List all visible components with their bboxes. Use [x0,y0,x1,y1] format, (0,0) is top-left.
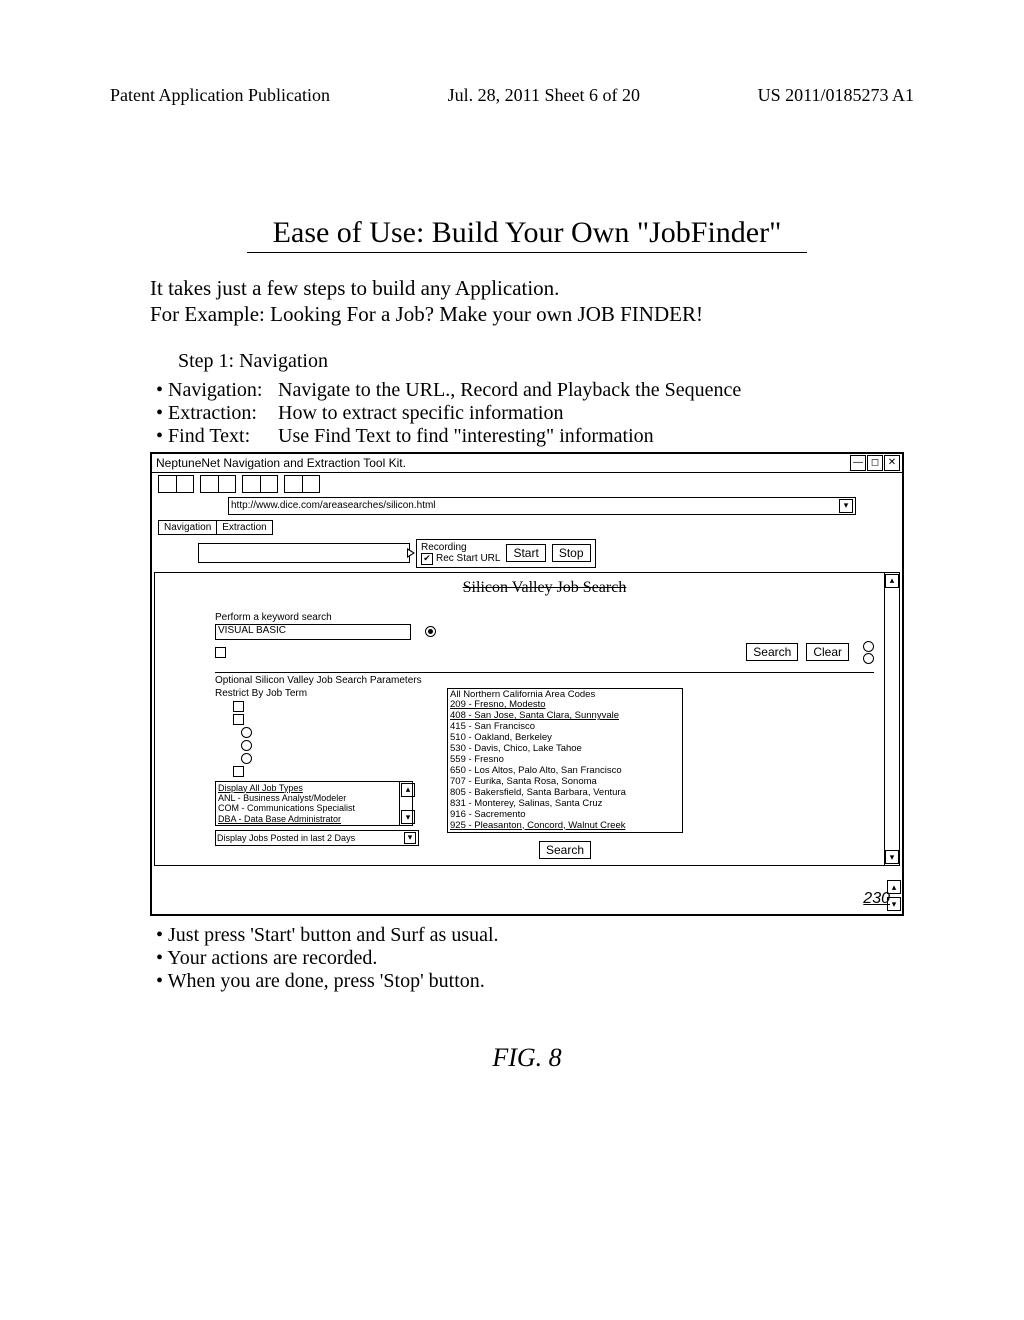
window-buttons: — ◻ ✕ [850,455,900,471]
rec-start-url-checkbox[interactable]: ✔ [421,553,433,565]
jobterm-check-3[interactable] [233,766,244,777]
header-center: Jul. 28, 2011 Sheet 6 of 20 [448,85,640,106]
list-item[interactable]: 916 - Sacremento [450,810,680,821]
post-instructions: Just press 'Start' button and Surf as us… [156,924,904,993]
post-bullet-3: When you are done, press 'Stop' button. [156,970,904,993]
jobtype-title: Display All Job Types [218,783,398,793]
toolbar-button[interactable] [284,475,320,493]
jobterm-radio-3[interactable] [241,753,252,764]
slide-desc: It takes just a few steps to build any A… [150,275,904,328]
scroll-up-icon[interactable]: ▴ [401,783,415,797]
page-title: Silicon Valley Job Search [215,579,874,597]
recording-progress [198,543,410,563]
toolbar [152,473,902,495]
start-button[interactable]: Start [506,544,545,562]
toolbar-button[interactable] [242,475,278,493]
toolbar-button[interactable] [158,475,194,493]
areacode-listbox[interactable]: All Northern California Area Codes 209 -… [447,688,683,834]
rec-start-url-label: Rec Start URL [436,553,500,564]
desc-line-1: It takes just a few steps to build any A… [150,275,904,301]
keyword-label: Perform a keyword search [215,612,874,623]
jobterm-check-2[interactable] [233,714,244,725]
bullet-findtext: Find Text:Use Find Text to find "interes… [156,425,904,448]
radio-option-2[interactable] [863,641,874,652]
optional-heading: Optional Silicon Valley Job Search Param… [215,672,874,686]
slide-title: Ease of Use: Build Your Own "JobFinder" [247,216,807,253]
list-item[interactable]: 831 - Monterey, Salinas, Santa Cruz [450,799,680,810]
jobterm-radio-1[interactable] [241,727,252,738]
close-icon[interactable]: ✕ [884,455,900,471]
radio-option-3[interactable] [863,653,874,664]
recording-controls: Recording ✔ Rec Start URL Start Stop [416,539,596,568]
browser-pane: Silicon Valley Job Search Perform a keyw… [154,572,900,867]
clear-button[interactable]: Clear [806,643,849,661]
posted-dropdown[interactable]: Display Jobs Posted in last 2 Days ▾ [215,830,419,846]
search-button[interactable]: Search [746,643,798,661]
minimize-icon[interactable]: — [850,455,866,471]
pane-scrollbar[interactable]: ▴ ▾ [884,573,899,866]
dropdown-icon[interactable]: ▾ [839,499,853,513]
recording-label: Recording [421,542,467,553]
address-row: http://www.dice.com/areasearches/silicon… [152,495,902,517]
tab-navigation[interactable]: Navigation [159,521,217,534]
toolbar-button[interactable] [200,475,236,493]
jobterm-options [233,701,435,777]
window-title: NeptuneNet Navigation and Extraction Too… [154,456,406,470]
list-item[interactable]: DBA - Data Base Administrator [218,814,398,824]
checkbox-option[interactable] [215,647,226,658]
list-item[interactable]: 925 - Pleasanton, Concord, Walnut Creek [450,821,680,832]
instruction-bullets: Navigation:Navigate to the URL., Record … [156,379,904,448]
step-label: Step 1: Navigation [178,350,904,373]
scroll-down-icon[interactable]: ▾ [401,810,415,824]
jobterm-check-1[interactable] [233,701,244,712]
tabs: Navigation Extraction [152,517,902,537]
desc-line-2: For Example: Looking For a Job? Make you… [150,301,904,327]
post-bullet-1: Just press 'Start' button and Surf as us… [156,924,904,947]
post-bullet-2: Your actions are recorded. [156,947,904,970]
stop-button[interactable]: Stop [552,544,591,562]
titlebar: NeptuneNet Navigation and Extraction Too… [152,454,902,473]
figure-label: FIG. 8 [150,1043,904,1073]
radio-option-1[interactable] [425,626,436,637]
search-button-2[interactable]: Search [539,841,591,859]
header-right: US 2011/0185273 A1 [758,85,914,106]
scroll-up-icon[interactable]: ▴ [885,574,899,588]
bullet-extraction: Extraction:How to extract specific infor… [156,402,904,425]
restrict-label: Restrict By Job Term [215,688,435,699]
figure-reference-230: 230 [863,890,890,908]
maximize-icon[interactable]: ◻ [867,455,883,471]
jobterm-radio-2[interactable] [241,740,252,751]
app-window: NeptuneNet Navigation and Extraction Too… [150,452,904,917]
posted-label: Display Jobs Posted in last 2 Days [217,833,355,843]
tab-extraction[interactable]: Extraction [217,521,271,534]
list-item[interactable]: COM - Communications Specialist [218,803,398,813]
list-item[interactable]: ANL - Business Analyst/Modeler [218,793,398,803]
header-left: Patent Application Publication [110,85,330,106]
bullet-navigation: Navigation:Navigate to the URL., Record … [156,379,904,402]
doc-header: Patent Application Publication Jul. 28, … [0,0,1024,106]
keyword-search: Perform a keyword search VISUAL BASIC Se… [215,611,874,664]
dropdown-icon[interactable]: ▾ [404,832,416,844]
recording-row: Recording ✔ Rec Start URL Start Stop [192,537,902,570]
url-text: http://www.dice.com/areasearches/silicon… [231,500,436,511]
url-input[interactable]: http://www.dice.com/areasearches/silicon… [228,497,856,515]
keyword-input[interactable]: VISUAL BASIC [215,624,411,640]
scroll-down-icon[interactable]: ▾ [885,850,899,864]
jobtype-listbox[interactable]: Display All Job Types ANL - Business Ana… [215,781,413,826]
